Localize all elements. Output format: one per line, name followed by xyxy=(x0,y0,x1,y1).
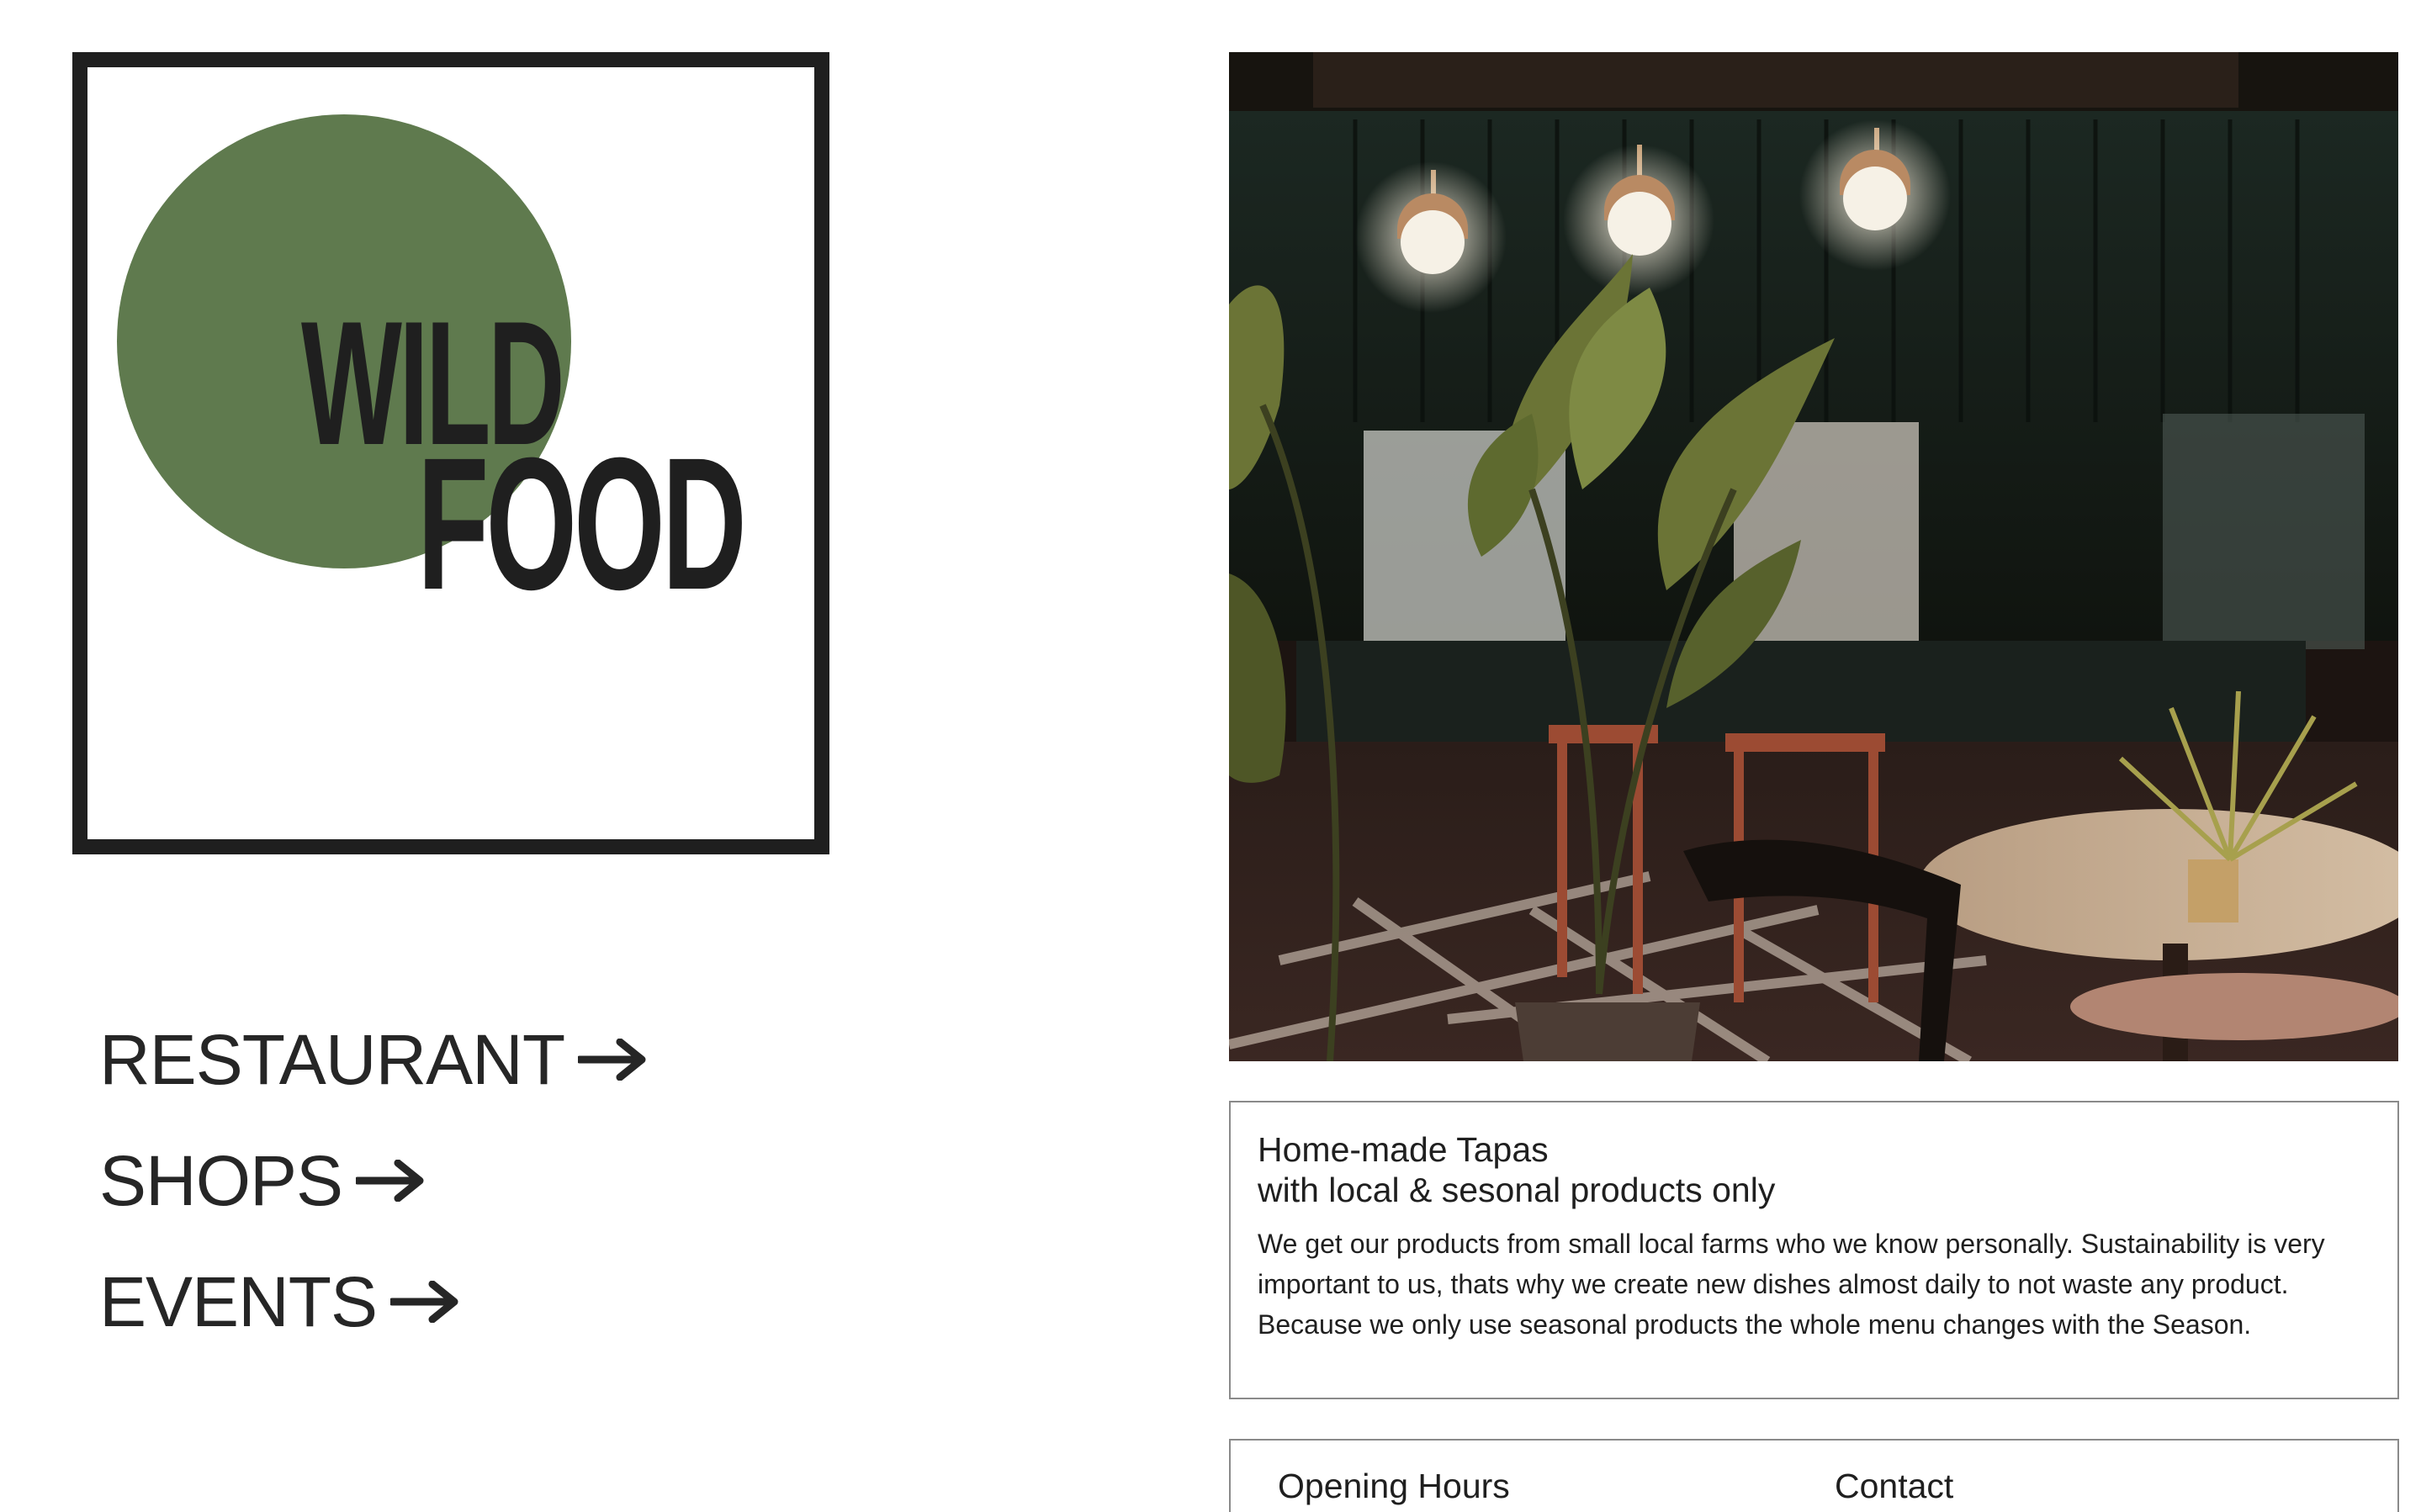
nav-label-restaurant: RESTAURANT xyxy=(99,1020,565,1099)
info-body-line1: We get our products from small local far… xyxy=(1258,1229,2325,1259)
info-title-line1: Home-made Tapas xyxy=(1258,1130,1549,1169)
info-body-line3: Because we only use seasonal products th… xyxy=(1258,1309,2252,1340)
info-card: Home-made Tapas with local & sesonal pro… xyxy=(1229,1101,2399,1399)
arrow-right-icon xyxy=(390,1281,458,1323)
nav-item-events[interactable]: EVENTS xyxy=(99,1241,647,1362)
restaurant-interior-photo xyxy=(1229,52,2398,1061)
nav-item-shops[interactable]: SHOPS xyxy=(99,1120,647,1241)
opening-hours-heading: Opening Hours xyxy=(1278,1467,1510,1505)
info-title: Home-made Tapas with local & sesonal pro… xyxy=(1258,1129,2371,1210)
footer-panel: Opening Hours Contact xyxy=(1229,1439,2399,1512)
nav-label-shops: SHOPS xyxy=(99,1141,343,1220)
nav-label-events: EVENTS xyxy=(99,1262,378,1341)
main-nav: RESTAURANT SHOPS EVENTS xyxy=(99,999,647,1362)
arrow-right-icon xyxy=(356,1160,424,1202)
nav-item-restaurant[interactable]: RESTAURANT xyxy=(99,999,647,1120)
logo-mark: WILD FOOD xyxy=(117,114,749,629)
page: WILD FOOD RESTAURANT SHOPS EVENTS Home-m… xyxy=(0,0,2421,1512)
logo[interactable]: WILD FOOD xyxy=(72,52,829,854)
restaurant-scene xyxy=(1229,52,2398,1061)
arrow-right-icon xyxy=(578,1039,646,1081)
info-body: We get our products from small local far… xyxy=(1258,1224,2371,1345)
info-title-line2: with local & sesonal products only xyxy=(1258,1171,1776,1209)
logo-word-food: FOOD xyxy=(417,419,744,629)
contact-heading: Contact xyxy=(1835,1467,1954,1505)
info-body-line2: important to us, thats why we create new… xyxy=(1258,1269,2289,1299)
